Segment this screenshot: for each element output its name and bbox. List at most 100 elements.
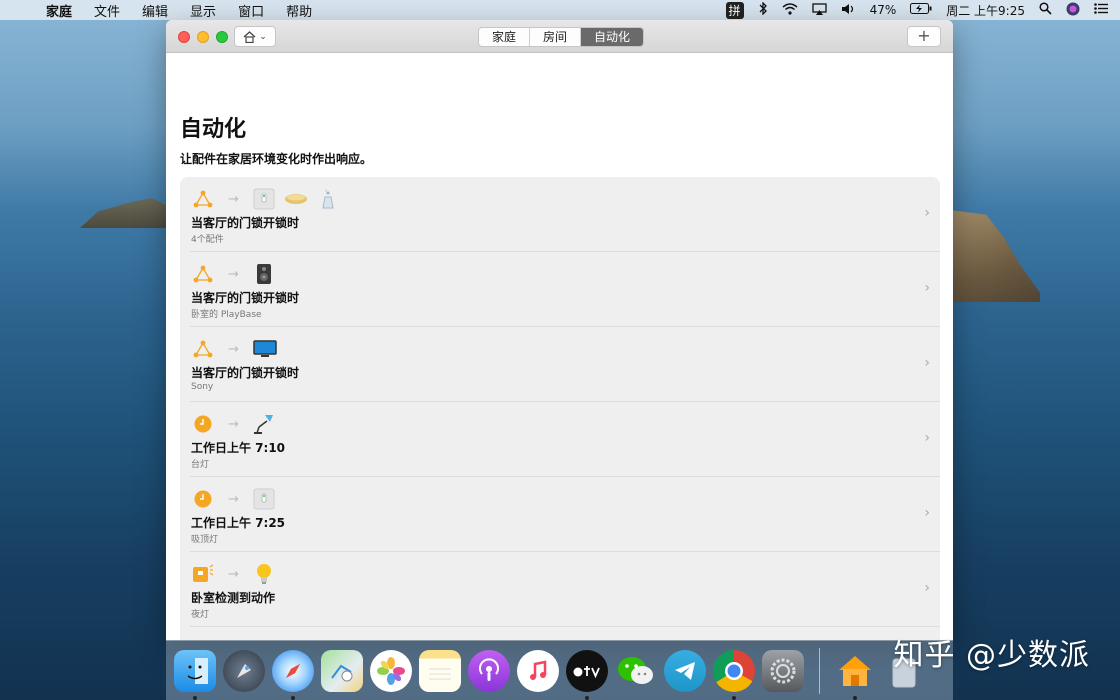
- input-method-icon[interactable]: 拼: [725, 1, 744, 19]
- automation-row[interactable]: →: [180, 627, 940, 640]
- arrow-right-icon: →: [228, 191, 239, 207]
- automation-row[interactable]: → 当客厅的门锁开锁时 卧室的 PlayBase ›: [180, 252, 940, 327]
- volume-icon[interactable]: [841, 3, 856, 18]
- airplay-icon[interactable]: [811, 2, 827, 18]
- automation-row[interactable]: → 卧室检测到动作 夜灯 ›: [180, 552, 940, 627]
- automation-name: 当客厅的门锁开锁时: [191, 366, 300, 380]
- automation-list: → 当客厅的门锁开锁时 4个配件 › → 当客厅的门锁开锁时 卧室的 PlayB…: [180, 177, 940, 640]
- zoom-window-button[interactable]: [216, 31, 228, 43]
- menu-bar: 家庭 文件 编辑 显示 窗口 帮助 拼 47% 周二 上午9:25: [0, 0, 1120, 20]
- running-indicator: [853, 695, 857, 700]
- window-titlebar: ⌄ 家庭 房间 自动化 +: [166, 20, 953, 53]
- tab-automation[interactable]: 自动化: [581, 28, 644, 46]
- menu-help[interactable]: 帮助: [286, 1, 312, 20]
- arrow-right-icon: →: [228, 341, 239, 357]
- clock-icon: [192, 413, 214, 435]
- running-indicator: [193, 695, 197, 700]
- background-island-left: [80, 198, 170, 228]
- automation-name: 当客厅的门锁开锁时: [191, 216, 300, 230]
- tab-home[interactable]: 家庭: [479, 28, 531, 46]
- watermark: 知乎 @少数派: [893, 638, 1090, 673]
- automation-icons: →: [192, 338, 285, 360]
- light-switch-icon: [253, 188, 275, 210]
- automation-detail: 卧室的 PlayBase: [191, 310, 262, 320]
- automation-detail: 4个配件: [191, 235, 224, 245]
- light-switch-icon: [253, 488, 275, 510]
- automation-name: 工作日上午 7:25: [191, 516, 286, 530]
- home-icon: [243, 30, 256, 43]
- running-indicator: [732, 695, 736, 700]
- menu-edit[interactable]: 编辑: [142, 1, 168, 20]
- clock-icon: [192, 488, 214, 510]
- wifi-icon[interactable]: [782, 2, 798, 18]
- automation-name: 当客厅的门锁开锁时: [191, 291, 300, 305]
- notes-icon[interactable]: [419, 649, 461, 692]
- diffuser-icon: [317, 188, 339, 210]
- battery-percentage[interactable]: 47%: [870, 3, 897, 17]
- background-island-right: [950, 210, 1040, 302]
- home-app-icon[interactable]: [834, 650, 876, 700]
- automation-name: 工作日上午 7:10: [191, 441, 286, 455]
- menu-view[interactable]: 显示: [190, 1, 216, 20]
- arrow-right-icon: →: [228, 491, 239, 507]
- automation-row[interactable]: → 工作日上午 7:25 吸顶灯 ›: [180, 477, 940, 552]
- wechat-icon[interactable]: [615, 650, 657, 692]
- arrow-right-icon: →: [228, 266, 239, 282]
- home-selector-button[interactable]: ⌄: [234, 26, 276, 47]
- podcasts-icon[interactable]: [468, 649, 510, 692]
- arrow-right-icon: →: [228, 566, 239, 582]
- close-window-button[interactable]: [178, 31, 190, 43]
- system-preferences-icon[interactable]: [762, 649, 804, 692]
- bulb-icon: [253, 563, 275, 585]
- page-title: 自动化: [180, 117, 247, 142]
- menu-app-name[interactable]: 家庭: [46, 1, 72, 20]
- automation-row[interactable]: → 当客厅的门锁开锁时 Sony ›: [180, 327, 940, 402]
- chevron-right-icon: ›: [924, 580, 930, 596]
- siri-icon[interactable]: [1066, 2, 1080, 19]
- tv-icon: [253, 338, 277, 360]
- telegram-icon[interactable]: [664, 649, 706, 692]
- page-subtitle: 让配件在家居环境变化时作出响应。: [180, 152, 373, 166]
- motion-sensor-icon: [192, 563, 214, 585]
- apple-tv-icon[interactable]: [566, 649, 608, 700]
- speaker-icon: [253, 263, 275, 285]
- menu-file[interactable]: 文件: [94, 1, 120, 20]
- clock[interactable]: 周二 上午9:25: [946, 2, 1025, 19]
- people-arrive-icon: [192, 338, 214, 360]
- chrome-icon[interactable]: [713, 649, 755, 700]
- chevron-right-icon: ›: [924, 430, 930, 446]
- notification-center-icon[interactable]: [1094, 3, 1108, 17]
- automation-detail: 夜灯: [191, 610, 210, 620]
- music-icon[interactable]: [517, 649, 559, 692]
- launchpad-icon[interactable]: [223, 649, 265, 692]
- dock-separator: [819, 647, 820, 694]
- chevron-right-icon: ›: [924, 505, 930, 521]
- automation-detail: Sony: [191, 382, 214, 392]
- ceiling-light-icon: [283, 188, 309, 210]
- window-controls: [178, 31, 235, 43]
- automation-name: 卧室检测到动作: [191, 591, 276, 605]
- automation-icons: →: [192, 563, 283, 585]
- add-button[interactable]: +: [907, 26, 941, 47]
- automation-icons: →: [192, 413, 283, 435]
- automation-row[interactable]: → 当客厅的门锁开锁时 4个配件 ›: [180, 177, 940, 252]
- tab-rooms[interactable]: 房间: [530, 28, 582, 46]
- people-arrive-icon: [192, 263, 214, 285]
- arrow-right-icon: →: [228, 416, 239, 432]
- automation-icons: →: [192, 188, 347, 210]
- safari-icon[interactable]: [272, 649, 314, 700]
- maps-icon[interactable]: [321, 649, 363, 692]
- finder-icon[interactable]: [174, 649, 216, 700]
- home-app-window: ⌄ 家庭 房间 自动化 + 自动化 让配件在家居环境变化时作出响应。 → 当客厅…: [166, 20, 953, 640]
- bluetooth-icon[interactable]: [758, 1, 768, 18]
- photos-icon[interactable]: [370, 649, 412, 692]
- automation-icons: →: [192, 488, 283, 510]
- minimize-window-button[interactable]: [197, 31, 209, 43]
- battery-icon[interactable]: [910, 3, 932, 17]
- menu-window[interactable]: 窗口: [238, 1, 264, 20]
- view-segmented-control: 家庭 房间 自动化: [478, 27, 645, 47]
- menu-extras: 拼 47% 周二 上午9:25: [712, 0, 1108, 20]
- automation-row[interactable]: → 工作日上午 7:10 台灯 ›: [180, 402, 940, 477]
- automation-content: 自动化 让配件在家居环境变化时作出响应。 → 当客厅的门锁开锁时 4个配件 › …: [166, 53, 953, 640]
- spotlight-search-icon[interactable]: [1039, 2, 1052, 18]
